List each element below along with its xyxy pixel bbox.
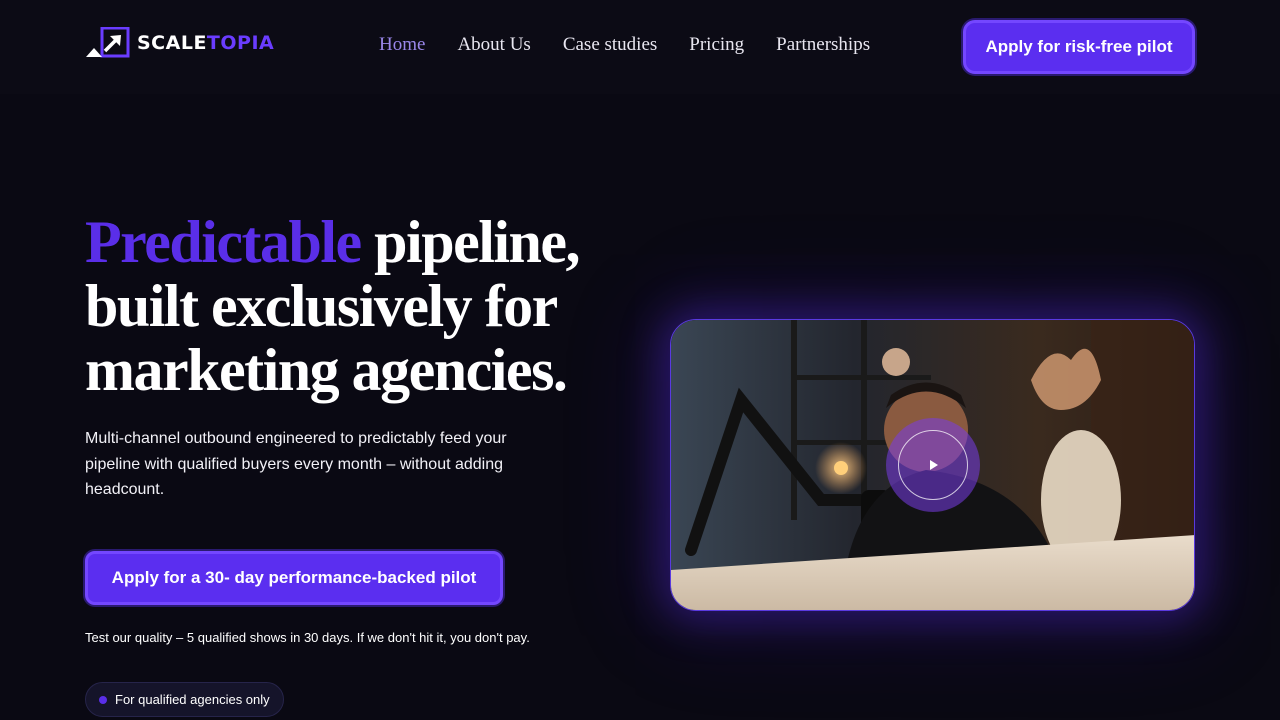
apply-pilot-button[interactable]: Apply for risk-free pilot: [963, 20, 1195, 74]
play-icon: [930, 460, 938, 470]
logo[interactable]: SCALETOPIA: [85, 26, 275, 59]
nav-case-studies[interactable]: Case studies: [563, 34, 657, 56]
nav-pricing[interactable]: Pricing: [689, 34, 744, 56]
qualified-agencies-badge: For qualified agencies only: [85, 682, 284, 717]
nav-partnerships[interactable]: Partnerships: [776, 34, 870, 56]
dot-icon: [99, 695, 107, 704]
logo-arrow-icon: [85, 26, 131, 59]
badge-label: For qualified agencies only: [115, 692, 270, 707]
nav-about-us[interactable]: About Us: [457, 34, 530, 56]
apply-30-day-pilot-button[interactable]: Apply for a 30- day performance-backed p…: [85, 551, 503, 605]
play-button[interactable]: [886, 418, 980, 512]
guarantee-note: Test our quality – 5 qualified shows in …: [85, 630, 530, 645]
main-nav: Home About Us Case studies Pricing Partn…: [379, 34, 870, 56]
hero-title: Predictable pipeline, built exclusively …: [85, 210, 645, 402]
logo-wordmark: SCALETOPIA: [137, 31, 275, 54]
hero-subtitle: Multi-channel outbound engineered to pre…: [85, 430, 507, 498]
play-ring: [898, 430, 968, 500]
hero-title-accent: Predictable: [85, 209, 362, 275]
site-header: SCALETOPIA Home About Us Case studies Pr…: [0, 0, 1280, 94]
nav-home[interactable]: Home: [379, 34, 425, 56]
